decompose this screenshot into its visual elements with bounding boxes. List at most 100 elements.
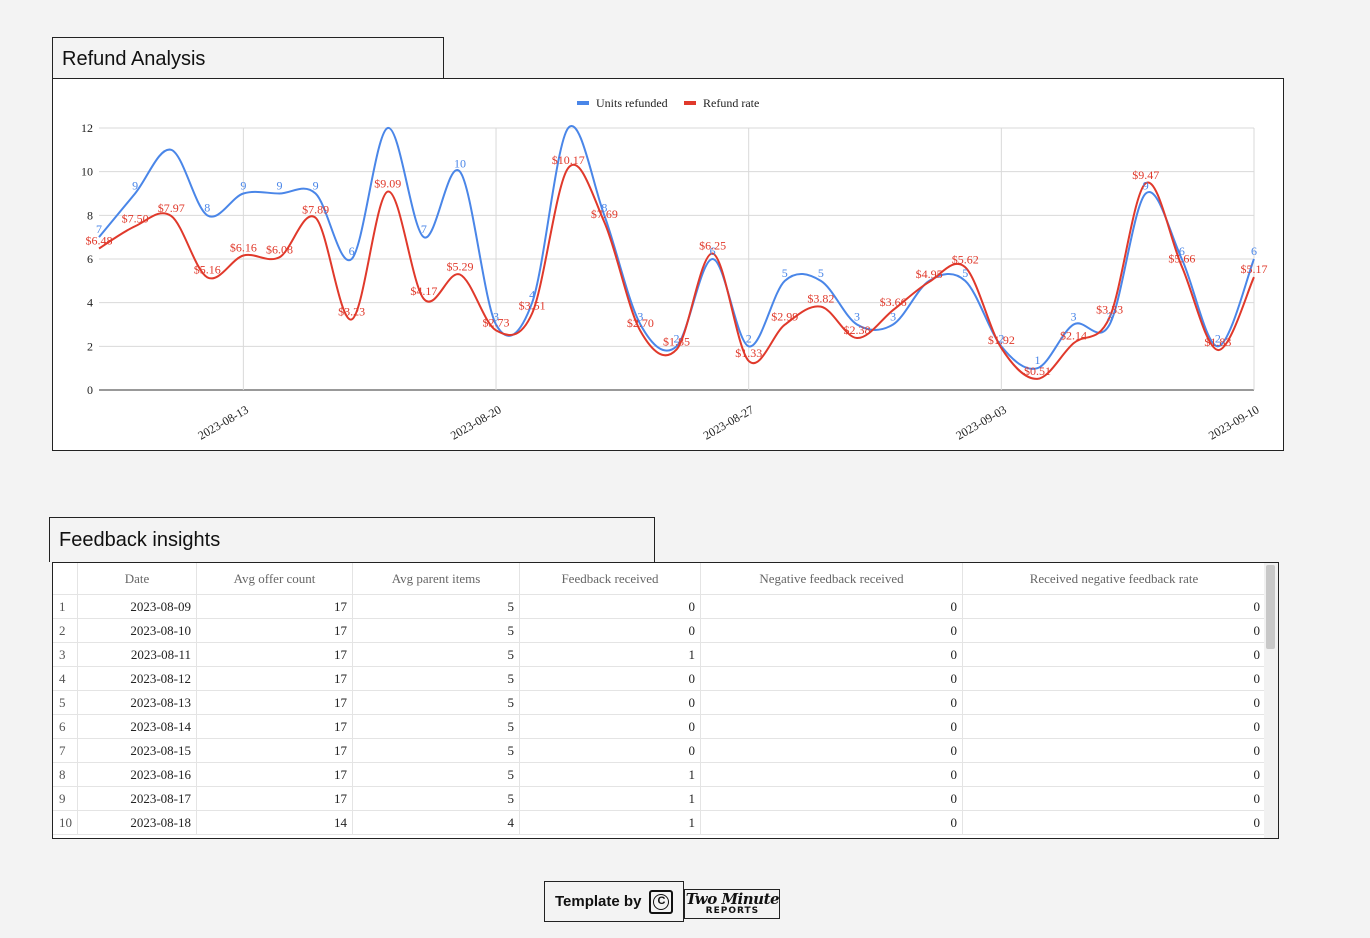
- rate-data-label: $7.97: [158, 201, 185, 215]
- refund-chart[interactable]: Units refunded Refund rate 7 9 8 9 9 9 6 7 10 3 4 8 3…: [52, 78, 1284, 451]
- table-body: 1 2023-08-09 17 5 0 0 0 2 2023-08-10 17 5 0 0 0 3 2023-…: [53, 594, 1266, 835]
- table-cell: 1: [519, 786, 701, 811]
- table-cell: 5: [352, 666, 520, 691]
- rate-data-label: $9.47: [1132, 168, 1159, 182]
- footer-credit: Template by C Two Minute REPORTS: [544, 881, 781, 922]
- y-tick-label: 6: [87, 252, 93, 266]
- units-data-label: 9: [132, 179, 138, 193]
- table-cell: 0: [962, 714, 1266, 739]
- table-cell: 5: [352, 594, 520, 619]
- table-row: 1 2023-08-09 17 5 0 0 0: [53, 594, 1266, 619]
- row-number-cell: 3: [53, 642, 78, 667]
- refund-analysis-title: Refund Analysis: [52, 37, 444, 79]
- template-by-box: Template by C: [544, 881, 685, 922]
- table-cell: 0: [519, 618, 701, 643]
- column-header[interactable]: Feedback received: [519, 563, 701, 595]
- rate-data-label: $2.73: [483, 315, 510, 329]
- units-data-label: 3: [1071, 310, 1077, 324]
- brand-line-2: REPORTS: [705, 906, 760, 916]
- rate-data-label: $3.66: [880, 295, 907, 309]
- rate-data-label: $1.92: [988, 333, 1015, 347]
- column-header[interactable]: Avg offer count: [196, 563, 353, 595]
- table-cell: 1: [519, 762, 701, 787]
- table-cell: 0: [519, 666, 701, 691]
- table-cell: 17: [196, 594, 353, 619]
- table-cell: 0: [700, 786, 963, 811]
- units-data-label: 3: [890, 310, 896, 324]
- table-cell: 4: [352, 810, 520, 835]
- table-row: 4 2023-08-12 17 5 0 0 0: [53, 666, 1266, 691]
- rate-data-label: $6.48: [86, 234, 113, 248]
- column-header[interactable]: Date: [77, 563, 197, 595]
- table-cell: 0: [700, 666, 963, 691]
- legend-swatch-rate: [684, 101, 696, 105]
- table-cell: 2023-08-11: [77, 642, 197, 667]
- table-row: 8 2023-08-16 17 5 1 0 0: [53, 762, 1266, 787]
- table-cell: 0: [700, 810, 963, 835]
- table-row: 9 2023-08-17 17 5 1 0 0: [53, 786, 1266, 811]
- table-cell: 0: [700, 690, 963, 715]
- y-tick-label: 8: [87, 208, 93, 222]
- rate-data-label: $9.09: [374, 177, 401, 191]
- table-cell: 17: [196, 738, 353, 763]
- x-tick-label: 2023-08-27: [701, 402, 756, 442]
- table-cell: 2023-08-13: [77, 690, 197, 715]
- units-data-label: 2: [746, 331, 752, 345]
- table-row: 7 2023-08-15 17 5 0 0 0: [53, 738, 1266, 763]
- units-data-label: 5: [782, 266, 788, 280]
- table-cell: 0: [700, 762, 963, 787]
- table-cell: 0: [962, 594, 1266, 619]
- row-number-cell: 4: [53, 666, 78, 691]
- table-row: 2 2023-08-10 17 5 0 0 0: [53, 618, 1266, 643]
- table-row: 3 2023-08-11 17 5 1 0 0: [53, 642, 1266, 667]
- table-row: 5 2023-08-13 17 5 0 0 0: [53, 690, 1266, 715]
- table-cell: 0: [962, 738, 1266, 763]
- brand-line-1: Two Minute: [685, 890, 780, 908]
- row-number-cell: 9: [53, 786, 78, 811]
- y-tick-label: 2: [87, 339, 93, 353]
- y-tick-label: 0: [87, 383, 93, 397]
- row-number-cell: 8: [53, 762, 78, 787]
- row-number-header[interactable]: [53, 563, 78, 595]
- table-cell: 5: [352, 762, 520, 787]
- table-cell: 2023-08-10: [77, 618, 197, 643]
- column-header[interactable]: Received negative feedback rate: [962, 563, 1266, 595]
- table-cell: 2023-08-14: [77, 714, 197, 739]
- table-cell: 0: [700, 642, 963, 667]
- table-cell: 5: [352, 738, 520, 763]
- row-number-cell: 5: [53, 690, 78, 715]
- chart-data-labels: 7989 9 9671034832625 53 35213 39626$6.48$7.50…: [86, 153, 1268, 378]
- table-cell: 0: [962, 642, 1266, 667]
- chart-legend: Units refunded Refund rate: [577, 96, 759, 110]
- rate-data-label: $7.89: [302, 203, 329, 217]
- units-data-label: 9: [313, 179, 319, 193]
- table-cell: 0: [700, 714, 963, 739]
- rate-data-label: $2.99: [771, 310, 798, 324]
- copyright-icon: C: [649, 889, 674, 914]
- table-scrollbar[interactable]: [1264, 563, 1278, 838]
- table-cell: 5: [352, 786, 520, 811]
- two-minute-reports-logo[interactable]: Two Minute REPORTS: [684, 889, 781, 919]
- table-cell: 0: [519, 738, 701, 763]
- x-tick-label: 2023-09-03: [953, 402, 1008, 442]
- rate-data-label: $5.17: [1241, 262, 1268, 276]
- feedback-table-container[interactable]: Date Avg offer count Avg parent items Feedb…: [52, 562, 1279, 839]
- table-cell: 17: [196, 762, 353, 787]
- table-cell: 0: [519, 714, 701, 739]
- table-cell: 0: [962, 762, 1266, 787]
- table-scrollbar-thumb[interactable]: [1266, 565, 1275, 649]
- rate-data-label: $3.82: [807, 292, 834, 306]
- units-data-label: 8: [204, 200, 210, 214]
- rate-data-label: $4.95: [916, 267, 943, 281]
- legend-label-rate: Refund rate: [703, 96, 759, 110]
- units-data-label: 5: [962, 266, 968, 280]
- x-tick-label: 2023-09-10: [1206, 402, 1261, 442]
- table-row: 6 2023-08-14 17 5 0 0 0: [53, 714, 1266, 739]
- rate-data-label: $7.69: [591, 207, 618, 221]
- row-number-cell: 1: [53, 594, 78, 619]
- column-header[interactable]: Avg parent items: [352, 563, 520, 595]
- rate-data-label: $2.38: [843, 323, 870, 337]
- column-header[interactable]: Negative feedback received: [700, 563, 963, 595]
- rate-data-label: $7.50: [122, 211, 149, 225]
- row-number-cell: 2: [53, 618, 78, 643]
